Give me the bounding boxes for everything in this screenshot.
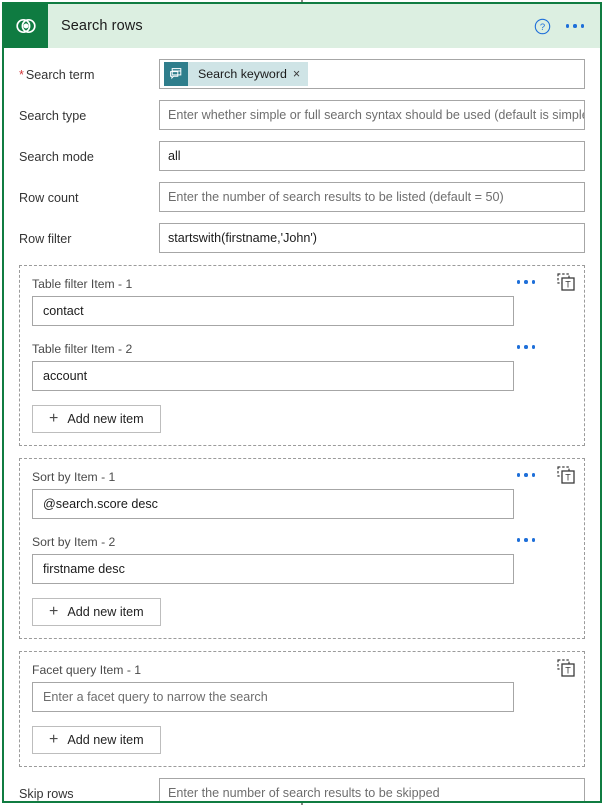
card-header-actions: ? <box>534 18 601 35</box>
array-item: Sort by Item - 2 firstname desc <box>32 533 572 584</box>
array-item-header: Table filter Item - 2 <box>32 340 572 357</box>
array-panel-facet-query: T Facet query Item - 1 Enter a facet que… <box>19 651 585 767</box>
field-skip-rows: Enter the number of search results to be… <box>159 778 585 801</box>
add-new-item-label: Add new item <box>67 605 144 619</box>
array-item-ellipsis-icon[interactable] <box>516 534 537 546</box>
skip-rows-input[interactable]: Enter the number of search results to be… <box>159 778 585 801</box>
add-new-item-button[interactable]: + Add new item <box>32 598 161 626</box>
array-item-header: Table filter Item - 1 <box>32 275 572 292</box>
array-panel-sort-by: T Sort by Item - 1 @search.score desc So… <box>19 458 585 639</box>
label-search-term: * Search term <box>19 59 159 82</box>
add-new-item-label: Add new item <box>67 412 144 426</box>
help-circle-icon[interactable]: ? <box>534 18 551 35</box>
array-item-input[interactable]: Enter a facet query to narrow the search <box>32 682 514 712</box>
array-item-title: Table filter Item - 1 <box>32 276 133 291</box>
array-item-ellipsis-icon[interactable] <box>516 276 537 288</box>
field-row-row-filter: Row filter startswith(firstname,'John') <box>19 223 585 253</box>
field-row-search-mode: Search mode all <box>19 141 585 171</box>
dynamic-content-token[interactable]: Search keyword × <box>164 62 309 86</box>
label-search-type: Search type <box>19 109 87 123</box>
field-row-filter: startswith(firstname,'John') <box>159 223 585 253</box>
action-card-root: Search rows ? * Search term Search keywo… <box>0 0 604 805</box>
row-filter-input[interactable]: startswith(firstname,'John') <box>159 223 585 253</box>
field-row-search-term: * Search term Search keyword × <box>19 59 585 89</box>
array-item-input[interactable]: contact <box>32 296 514 326</box>
array-item-title: Table filter Item - 2 <box>32 341 133 356</box>
array-item-ellipsis-icon[interactable] <box>516 341 537 353</box>
search-rows-action-card: Search rows ? * Search term Search keywo… <box>2 2 602 803</box>
array-item: Sort by Item - 1 @search.score desc <box>32 468 572 519</box>
required-marker: * <box>19 68 24 82</box>
array-item-header: Sort by Item - 2 <box>32 533 572 550</box>
search-type-input[interactable]: Enter whether simple or full search synt… <box>159 100 585 130</box>
add-new-item-button[interactable]: + Add new item <box>32 726 161 754</box>
array-item-header: Facet query Item - 1 <box>32 661 572 678</box>
dynamic-content-token-label: Search keyword <box>198 67 287 81</box>
plus-icon: + <box>49 410 59 427</box>
array-item-input[interactable]: account <box>32 361 514 391</box>
array-item: Table filter Item - 2 account <box>32 340 572 391</box>
array-item-ellipsis-icon[interactable] <box>516 469 537 481</box>
search-term-input[interactable]: Search keyword × <box>159 59 585 89</box>
array-panel-table-filter: T Table filter Item - 1 contact Table fi… <box>19 265 585 446</box>
label-skip-rows: Skip rows <box>19 787 74 801</box>
field-row-row-count: Row count Enter the number of search res… <box>19 182 585 212</box>
label-search-mode: Search mode <box>19 150 94 164</box>
field-search-type: Enter whether simple or full search synt… <box>159 100 585 130</box>
field-search-term: Search keyword × <box>159 59 585 89</box>
card-title: Search rows <box>61 18 143 34</box>
array-item-input[interactable]: firstname desc <box>32 554 514 584</box>
field-search-mode: all <box>159 141 585 171</box>
field-row-count: Enter the number of search results to be… <box>159 182 585 212</box>
plus-icon: + <box>49 731 59 748</box>
array-item-title: Sort by Item - 1 <box>32 469 116 484</box>
dynamic-content-token-icon <box>164 62 188 86</box>
label-row-count: Row count <box>19 191 79 205</box>
search-mode-input[interactable]: all <box>159 141 585 171</box>
array-item-title: Sort by Item - 2 <box>32 534 116 549</box>
field-row-skip-rows: Skip rows Enter the number of search res… <box>19 778 585 801</box>
dataverse-logo-icon <box>4 4 48 48</box>
remove-token-icon[interactable]: × <box>293 68 308 81</box>
array-item: Facet query Item - 1 Enter a facet query… <box>32 661 572 712</box>
plus-icon: + <box>49 603 59 620</box>
array-item: Table filter Item - 1 contact <box>32 275 572 326</box>
card-body: * Search term Search keyword × Search ty… <box>4 59 600 801</box>
field-row-search-type: Search type Enter whether simple or full… <box>19 100 585 130</box>
array-item-input[interactable]: @search.score desc <box>32 489 514 519</box>
card-header: Search rows ? <box>4 4 600 48</box>
array-item-title: Facet query Item - 1 <box>32 662 142 677</box>
add-new-item-button[interactable]: + Add new item <box>32 405 161 433</box>
array-item-header: Sort by Item - 1 <box>32 468 572 485</box>
label-row-filter: Row filter <box>19 232 72 246</box>
label-search-term-text: Search term <box>25 68 95 82</box>
add-new-item-label: Add new item <box>67 733 144 747</box>
row-count-input[interactable]: Enter the number of search results to be… <box>159 182 585 212</box>
ellipsis-horizontal-icon[interactable] <box>565 20 586 32</box>
svg-text:?: ? <box>539 22 544 33</box>
